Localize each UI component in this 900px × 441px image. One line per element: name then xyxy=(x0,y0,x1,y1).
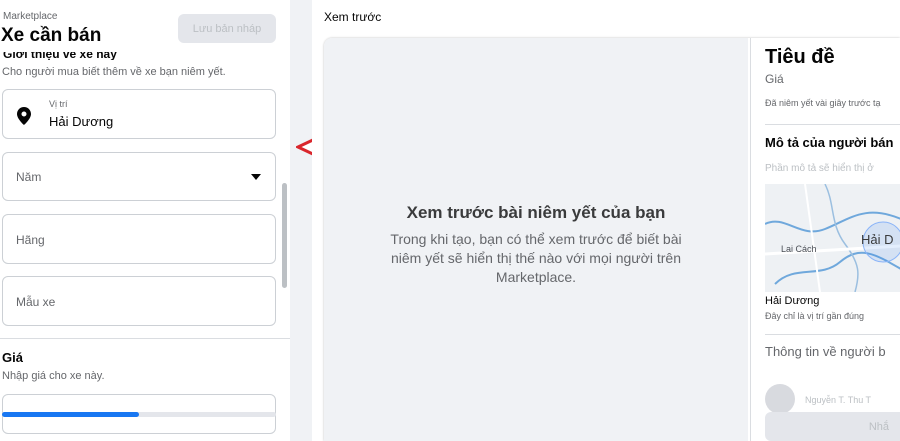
form-scrollbar[interactable] xyxy=(282,183,287,288)
detail-divider xyxy=(765,124,900,125)
form-progress-bar xyxy=(2,412,276,417)
preview-description: Trong khi tạo, bạn có thể xem trước để b… xyxy=(390,231,682,285)
preview-panel: Xem trước Xem trước bài niêm yết của bạn… xyxy=(312,0,900,441)
about-vehicle-heading: Giới thiệu về xe này xyxy=(3,52,117,60)
location-map[interactable]: Lai Cách Hải D xyxy=(765,184,900,292)
price-heading: Giá xyxy=(2,350,23,365)
form-progress-fill xyxy=(2,412,139,417)
model-placeholder: Mẫu xe xyxy=(16,295,56,309)
map-label-lai-cach: Lai Cách xyxy=(781,244,817,254)
seller-info-heading: Thông tin về người b xyxy=(765,344,886,359)
map-label-city: Hải D xyxy=(861,232,894,247)
location-field[interactable]: Vị trí Hải Dương xyxy=(2,89,276,139)
seller-description-heading: Mô tả của người bán xyxy=(765,135,894,150)
listing-price: Giá xyxy=(765,72,784,86)
preview-stage: Xem trước bài niêm yết của bạn Trong khi… xyxy=(324,38,900,441)
price-helper: Nhập giá cho xe này. xyxy=(2,370,105,382)
message-button[interactable]: Nhắ xyxy=(765,412,900,441)
location-label: Vị trí xyxy=(49,99,68,109)
seller-description-placeholder: Phần mô tả sẽ hiển thị ở xyxy=(765,163,874,174)
listing-form-panel: Marketplace Xe cần bán Lưu bản nháp Giới… xyxy=(0,0,290,441)
detail-location: Hải Dương xyxy=(765,295,820,307)
listed-time: Đã niêm yết vài giây trước tạ xyxy=(765,98,881,108)
location-pin-icon xyxy=(17,107,31,125)
seller-avatar xyxy=(765,384,795,414)
make-placeholder: Hãng xyxy=(16,233,45,247)
listing-title: Tiêu đề xyxy=(765,46,835,68)
seller-name: Nguyễn T. Thu T xyxy=(805,395,872,405)
year-placeholder: Năm xyxy=(16,170,42,184)
year-select[interactable]: Năm xyxy=(2,152,276,201)
page-title: Xe cần bán xyxy=(1,25,102,46)
preview-title: Xem trước bài niêm yết của bạn xyxy=(406,203,666,222)
location-approx-note: Đây chỉ là vị trí gần đúng xyxy=(765,311,865,321)
detail-divider-2 xyxy=(765,334,900,335)
preview-header: Xem trước xyxy=(324,10,382,24)
preview-media-area: Xem trước bài niêm yết của bạn Trong khi… xyxy=(324,38,748,441)
dropdown-caret-icon xyxy=(251,174,261,180)
about-vehicle-helper: Cho người mua biết thêm về xe bạn niêm y… xyxy=(2,66,226,78)
location-value: Hải Dương xyxy=(49,114,114,129)
save-draft-button[interactable]: Lưu bản nháp xyxy=(178,14,276,43)
make-input[interactable]: Hãng xyxy=(2,214,276,264)
model-input[interactable]: Mẫu xe xyxy=(2,276,276,326)
listing-detail-preview: Tiêu đề Giá Đã niêm yết vài giây trước t… xyxy=(750,38,900,441)
breadcrumb[interactable]: Marketplace xyxy=(3,11,57,22)
section-divider xyxy=(0,338,290,339)
